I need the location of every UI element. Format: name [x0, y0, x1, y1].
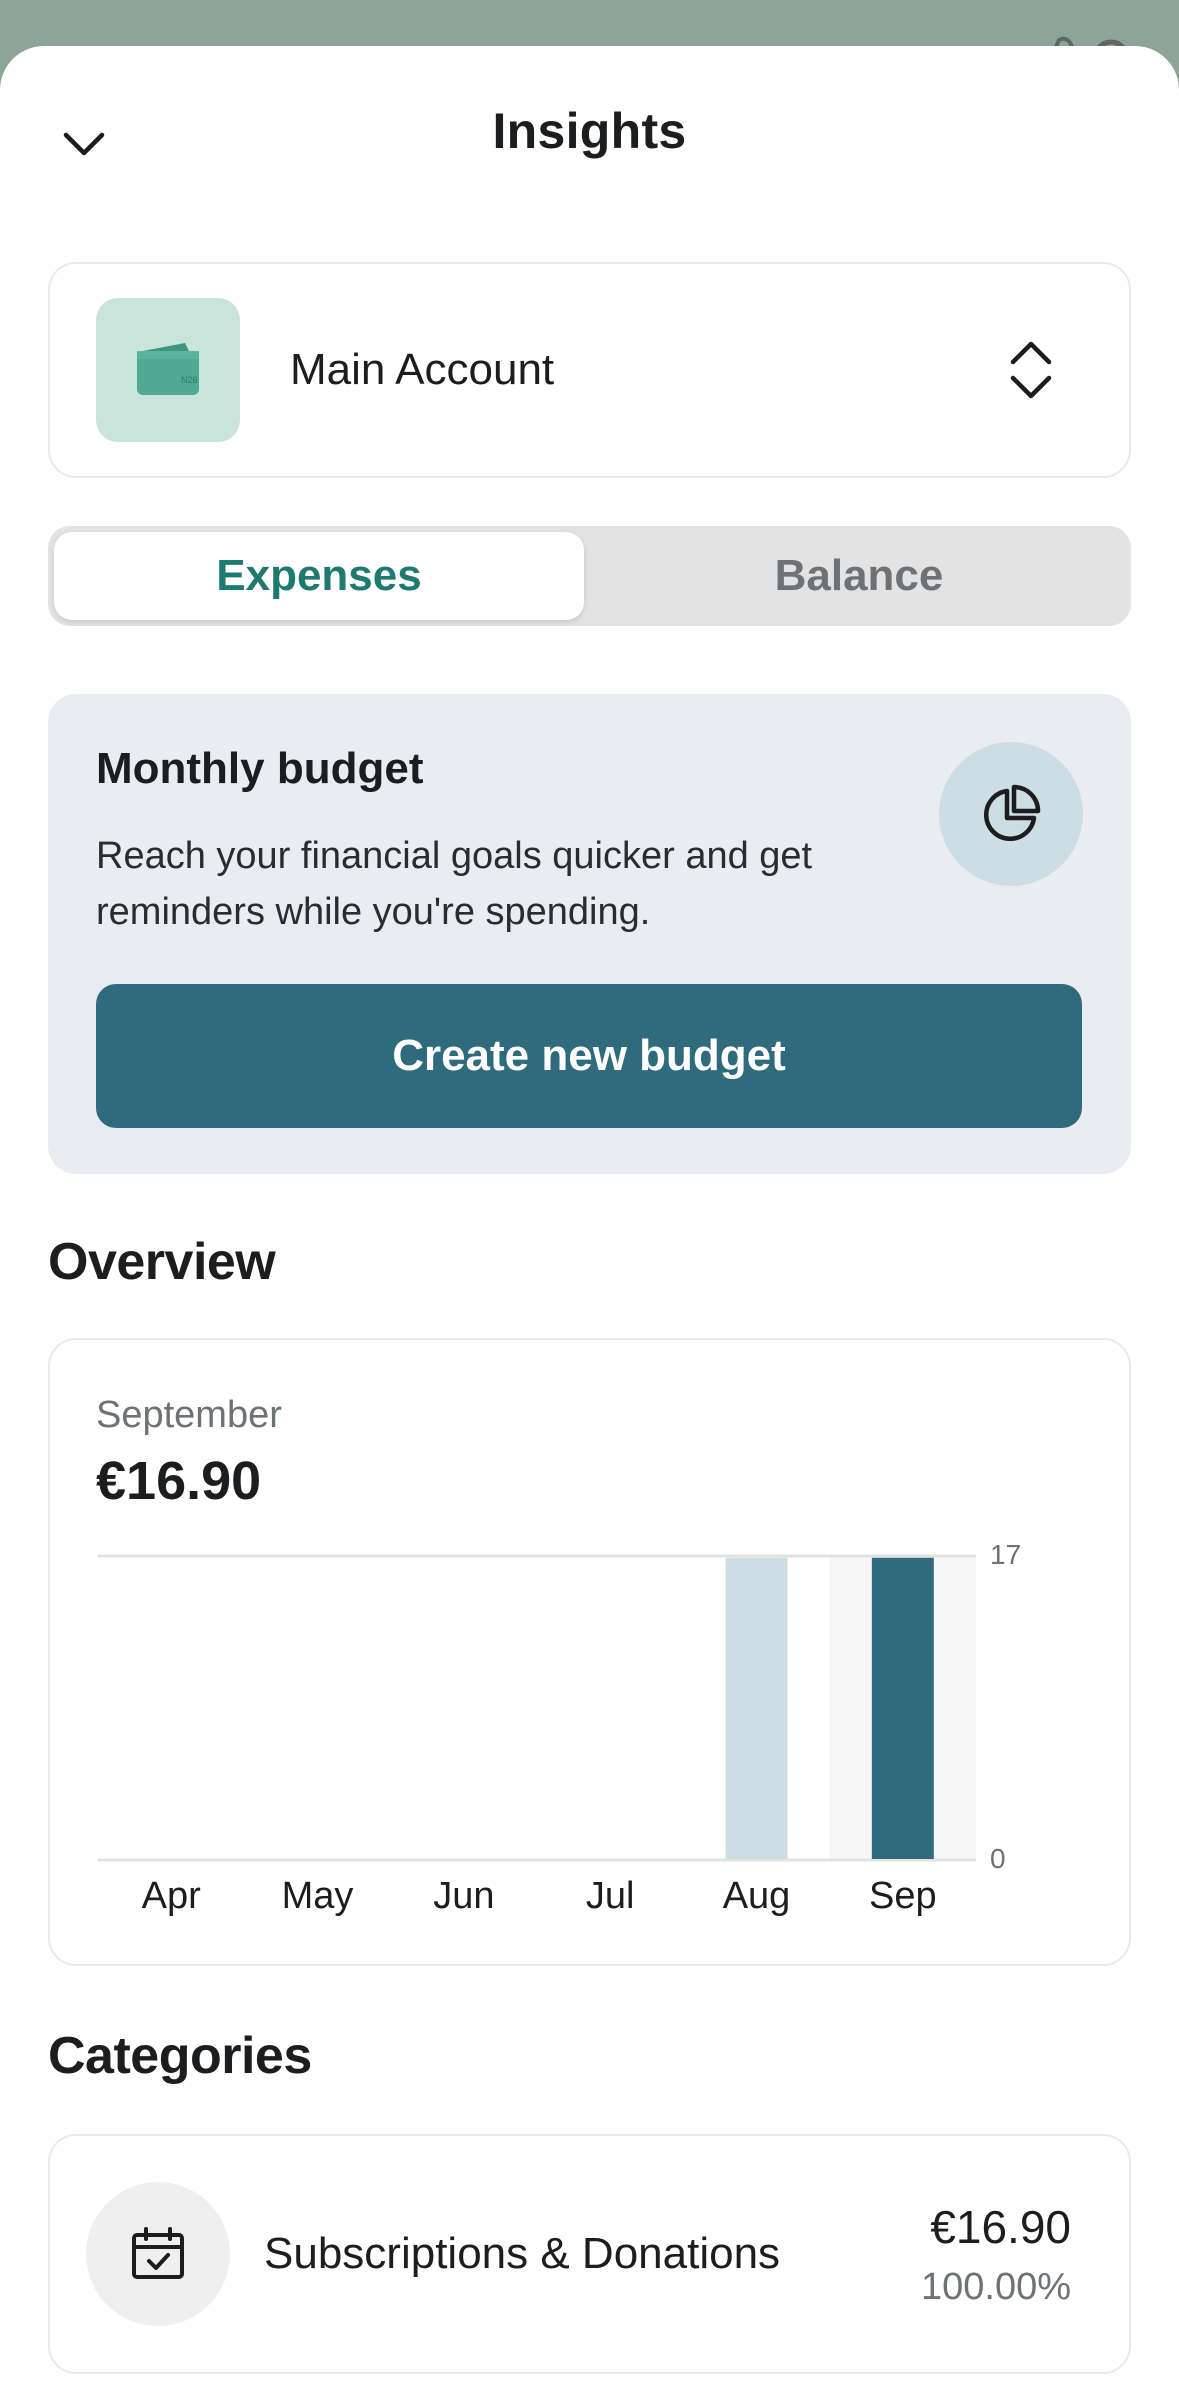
categories-title: Categories [48, 2027, 312, 2085]
svg-text:N26: N26 [181, 375, 198, 385]
account-name: Main Account [290, 345, 555, 394]
category-row[interactable]: Subscriptions & Donations €16.90 100.00% [48, 2134, 1131, 2374]
monthly-budget-card: Monthly budget Reach your financial goal… [48, 694, 1131, 1174]
category-percent: 100.00% [920, 2266, 1071, 2308]
budget-description: Reach your financial goals quicker and g… [96, 835, 813, 933]
bar-aug[interactable] [725, 1557, 788, 1859]
swap-vertical-icon [1010, 341, 1052, 399]
budget-title: Monthly budget [96, 744, 424, 793]
overview-title: Overview [48, 1233, 276, 1291]
x-tick-label-jul: Jul [586, 1875, 635, 1917]
category-name: Subscriptions & Donations [264, 2229, 781, 2278]
x-tick-label-jun: Jun [433, 1875, 494, 1917]
page-title: Insights [492, 103, 687, 159]
x-tick-label-aug: Aug [723, 1875, 791, 1917]
wallet-icon: N26 [96, 298, 240, 442]
account-selector[interactable]: N26 Main Account [48, 262, 1131, 478]
create-budget-button[interactable]: Create new budget [96, 984, 1082, 1128]
overview-card: September €16.90 17 0 Apr May Jun Jul Aug Sep [48, 1338, 1131, 1966]
bar-sep[interactable] [871, 1557, 934, 1859]
view-tabs: Expenses Balance [48, 526, 1131, 626]
tab-expenses[interactable]: Expenses [54, 532, 584, 620]
x-tick-label-apr: Apr [142, 1875, 201, 1917]
y-tick-label-max: 17 [990, 1539, 1021, 1570]
header: Insights [0, 46, 1179, 216]
tab-balance[interactable]: Balance [594, 532, 1124, 620]
x-tick-label-may: May [282, 1875, 354, 1917]
insights-sheet: Insights N26 Main Account Expenses Balan… [0, 46, 1179, 2396]
calendar-check-icon [86, 2182, 230, 2326]
y-tick-label-min: 0 [990, 1843, 1006, 1874]
pie-chart-icon [939, 742, 1083, 886]
monthly-expenses-chart[interactable]: 17 0 Apr May Jun Jul Aug Sep [50, 1340, 1133, 1968]
category-amount: €16.90 [930, 2201, 1071, 2253]
x-tick-label-sep: Sep [869, 1875, 937, 1917]
